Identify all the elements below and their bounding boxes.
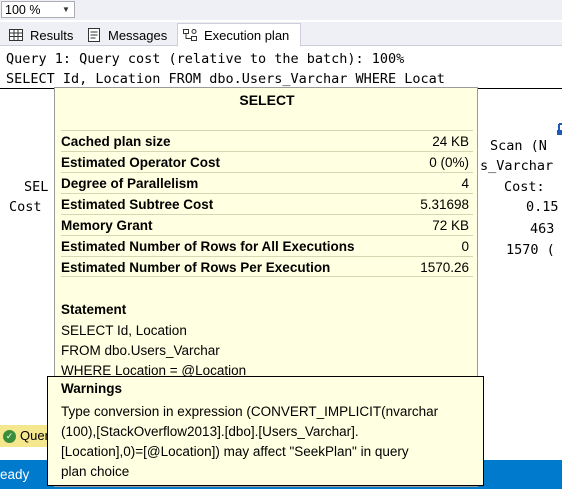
tab-results[interactable]: Results bbox=[4, 24, 78, 46]
property-value: 4 bbox=[461, 176, 469, 191]
property-row: Cached plan size 24 KB bbox=[61, 130, 473, 151]
property-name: Estimated Number of Rows Per Execution bbox=[61, 260, 331, 275]
property-name: Memory Grant bbox=[61, 218, 153, 233]
query-text-line: SELECT Id, Location FROM dbo.Users_Varch… bbox=[6, 71, 445, 87]
index-scan-cost-value: 0.15 bbox=[526, 199, 559, 215]
property-row: Estimated Number of Rows Per Execution 1… bbox=[61, 256, 473, 277]
query-status-text: Quer bbox=[20, 428, 49, 443]
property-value: 1570.26 bbox=[420, 260, 469, 275]
index-scan-label: Scan (N bbox=[490, 138, 547, 154]
warning-line: (100),[StackOverflow2013].[dbo].[Users_V… bbox=[61, 424, 359, 439]
property-name: Degree of Parallelism bbox=[61, 176, 199, 191]
query-status-indicator: ✓ Quer bbox=[0, 425, 54, 447]
property-value: 0 (0%) bbox=[429, 155, 469, 170]
index-scan-rows-value: 1570 ( bbox=[506, 242, 555, 258]
tooltip-properties: Cached plan size 24 KB Estimated Operato… bbox=[61, 130, 473, 277]
property-value: 72 KB bbox=[432, 218, 469, 233]
select-operator-cost: Cost bbox=[9, 199, 42, 215]
messages-icon bbox=[86, 27, 102, 43]
execution-plan-icon bbox=[182, 27, 198, 43]
grid-icon bbox=[8, 27, 24, 43]
property-row: Estimated Operator Cost 0 (0%) bbox=[61, 151, 473, 172]
tab-messages[interactable]: Messages bbox=[82, 24, 172, 46]
property-row: Memory Grant 72 KB bbox=[61, 214, 473, 235]
status-ready-text: eady bbox=[0, 467, 30, 482]
select-operator-label: SEL bbox=[24, 179, 49, 195]
results-tab-bar: Results Messages Execution plan bbox=[0, 22, 562, 47]
check-circle-icon: ✓ bbox=[3, 430, 16, 443]
zoom-value: 100 % bbox=[5, 3, 41, 17]
property-name: Estimated Operator Cost bbox=[61, 155, 221, 170]
property-value: 5.31698 bbox=[420, 197, 469, 212]
property-name: Cached plan size bbox=[61, 134, 171, 149]
tooltip-title: SELECT bbox=[239, 92, 295, 108]
tab-execution-plan[interactable]: Execution plan bbox=[177, 23, 301, 47]
property-name: Estimated Subtree Cost bbox=[61, 197, 214, 212]
warnings-section: Warnings Type conversion in expression (… bbox=[47, 376, 484, 486]
property-value: 24 KB bbox=[432, 134, 469, 149]
property-value: 0 bbox=[461, 239, 469, 254]
chevron-down-icon[interactable]: ▼ bbox=[60, 3, 72, 17]
tab-label: Messages bbox=[108, 27, 168, 43]
warning-line: Type conversion in expression (CONVERT_I… bbox=[61, 404, 439, 419]
tab-label: Results bbox=[30, 27, 74, 43]
property-row: Degree of Parallelism 4 bbox=[61, 172, 473, 193]
index-scan-cost-label: Cost: bbox=[504, 179, 545, 195]
index-scan-time-value: 463 bbox=[530, 221, 555, 237]
property-name: Estimated Number of Rows for All Executi… bbox=[61, 239, 355, 254]
warnings-heading: Warnings bbox=[61, 381, 123, 396]
warnings-text: Type conversion in expression (CONVERT_I… bbox=[61, 402, 476, 482]
warning-line: [Location],0)=[@Location]) may affect "S… bbox=[61, 444, 409, 459]
property-row: Estimated Number of Rows for All Executi… bbox=[61, 235, 473, 256]
warning-line: plan choice bbox=[61, 464, 130, 479]
query-cost-line: Query 1: Query cost (relative to the bat… bbox=[6, 51, 405, 67]
statement-line: SELECT Id, Location bbox=[61, 323, 187, 338]
property-row: Estimated Subtree Cost 5.31698 bbox=[61, 193, 473, 214]
tab-label: Execution plan bbox=[204, 27, 290, 43]
statement-heading: Statement bbox=[61, 302, 127, 317]
zoom-combobox[interactable]: 100 % ▼ bbox=[1, 1, 75, 18]
statement-line: FROM dbo.Users_Varchar bbox=[61, 343, 220, 358]
index-scan-table: s_Varchar bbox=[480, 158, 554, 174]
zoom-bar: 100 % ▼ bbox=[0, 0, 562, 20]
